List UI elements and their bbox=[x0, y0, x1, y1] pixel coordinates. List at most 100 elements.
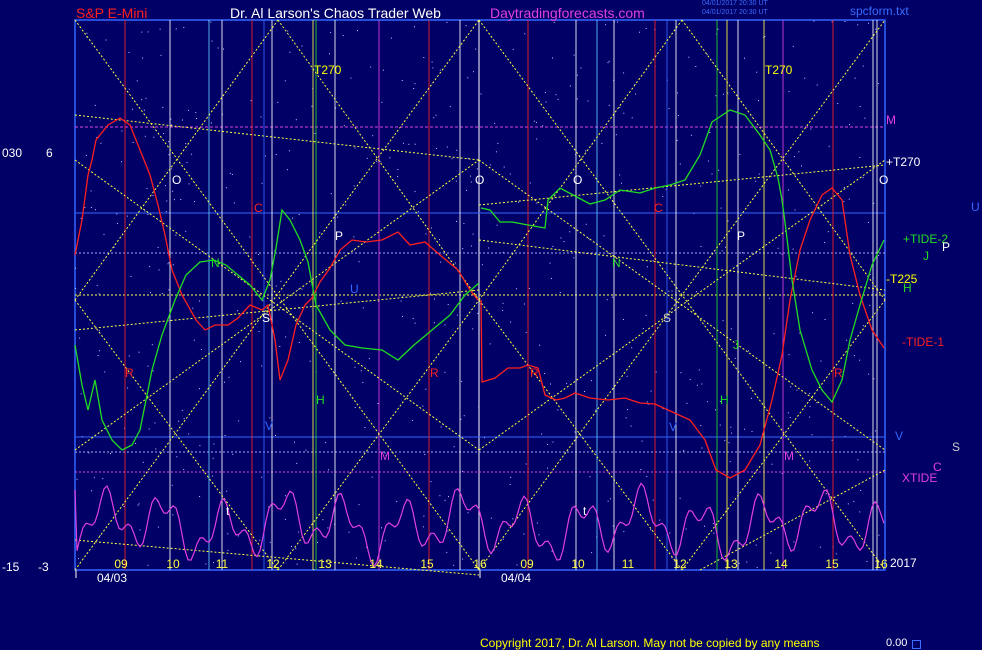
grid-dot bbox=[869, 304, 871, 306]
grid-dot bbox=[641, 440, 643, 442]
grid-dot bbox=[541, 433, 543, 435]
grid-dot bbox=[171, 168, 173, 170]
grid-dot bbox=[866, 561, 868, 562]
grid-dot bbox=[555, 94, 557, 96]
grid-dot bbox=[95, 209, 96, 211]
grid-dot bbox=[139, 529, 141, 531]
cycle-diagonal bbox=[478, 239, 886, 291]
hour-tick-label: 13 bbox=[318, 557, 332, 571]
grid-dot bbox=[172, 264, 174, 266]
grid-dot bbox=[434, 298, 435, 300]
grid-dot bbox=[756, 567, 758, 569]
hour-tick-label: 12 bbox=[673, 557, 687, 571]
right-label: J bbox=[923, 249, 929, 263]
plot-letter: O bbox=[172, 173, 181, 187]
grid-dot bbox=[755, 180, 757, 182]
grid-dot bbox=[722, 93, 724, 95]
grid-dot bbox=[231, 174, 233, 175]
grid-dot bbox=[275, 435, 276, 436]
right-label: V bbox=[895, 429, 903, 443]
grid-dot bbox=[187, 109, 189, 111]
grid-dot bbox=[864, 117, 866, 119]
grid-dot bbox=[854, 77, 856, 79]
grid-dot bbox=[151, 344, 153, 346]
grid-dot bbox=[478, 149, 480, 151]
plot-letter: C bbox=[654, 201, 663, 215]
hour-tick-label: 14 bbox=[774, 557, 788, 571]
grid-dot bbox=[229, 172, 231, 174]
grid-dot bbox=[494, 122, 496, 124]
grid-dot bbox=[878, 534, 880, 536]
grid-dot bbox=[662, 196, 664, 197]
grid-dot bbox=[713, 532, 715, 534]
grid-dot bbox=[163, 133, 165, 134]
grid-dot bbox=[585, 150, 586, 152]
grid-dot bbox=[414, 26, 415, 28]
grid-dot bbox=[608, 104, 610, 106]
grid-dot bbox=[130, 276, 132, 277]
grid-dot bbox=[859, 359, 861, 361]
grid-dot bbox=[205, 563, 207, 565]
grid-dot bbox=[138, 351, 140, 353]
right-label: M bbox=[886, 113, 896, 127]
grid-dot bbox=[168, 141, 170, 143]
grid-dot bbox=[729, 461, 731, 463]
grid-dot bbox=[355, 557, 357, 559]
grid-dot bbox=[353, 236, 355, 238]
grid-dot bbox=[798, 151, 800, 153]
grid-dot bbox=[707, 160, 709, 162]
grid-dot bbox=[149, 266, 151, 268]
grid-dot bbox=[731, 432, 733, 434]
grid-dot bbox=[623, 72, 625, 74]
plot-letter: T270 bbox=[765, 63, 793, 77]
grid-dot bbox=[608, 60, 610, 62]
grid-dot bbox=[744, 57, 745, 59]
grid-dot bbox=[446, 22, 448, 23]
grid-dot bbox=[168, 154, 170, 156]
y-label-top-b: 6 bbox=[46, 146, 53, 160]
grid-dot bbox=[552, 57, 553, 59]
grid-dot bbox=[372, 135, 374, 137]
grid-dot bbox=[594, 409, 596, 411]
grid-dot bbox=[390, 37, 392, 39]
grid-dot bbox=[296, 462, 298, 464]
grid-dot bbox=[167, 263, 169, 265]
grid-dot bbox=[849, 124, 851, 125]
plot-letter: P bbox=[737, 229, 745, 243]
grid-dot bbox=[425, 233, 427, 235]
grid-dot bbox=[573, 54, 575, 56]
plot-letter: U bbox=[350, 282, 359, 296]
grid-dot bbox=[126, 215, 128, 217]
hour-tick-label: 14 bbox=[369, 557, 383, 571]
cycle-diagonal bbox=[74, 19, 279, 301]
grid-dot bbox=[233, 202, 235, 204]
grid-dot bbox=[152, 194, 154, 196]
grid-dot bbox=[679, 163, 681, 165]
grid-dot bbox=[132, 108, 134, 110]
grid-dot bbox=[860, 490, 862, 491]
grid-dot bbox=[423, 515, 425, 517]
grid-dot bbox=[825, 493, 827, 495]
grid-dot bbox=[451, 158, 453, 160]
grid-dot bbox=[467, 157, 469, 159]
grid-dot bbox=[456, 314, 458, 316]
grid-dot bbox=[463, 223, 465, 225]
grid-dot bbox=[449, 106, 451, 108]
grid-dot bbox=[612, 296, 614, 298]
grid-dot bbox=[497, 142, 499, 144]
grid-dot bbox=[433, 322, 435, 324]
plot-letter: S bbox=[663, 311, 671, 325]
grid-dot bbox=[768, 297, 770, 299]
grid-dot bbox=[382, 69, 384, 71]
site-link[interactable]: Daytradingforecasts.com bbox=[490, 5, 645, 21]
plot-letter: O bbox=[573, 173, 582, 187]
grid-dot bbox=[584, 391, 585, 392]
grid-dot bbox=[566, 383, 568, 385]
symbol-title: S&P E-Mini bbox=[76, 5, 148, 21]
grid-dot bbox=[557, 409, 559, 411]
grid-dot bbox=[328, 469, 329, 471]
grid-dot bbox=[746, 561, 748, 563]
grid-dot bbox=[275, 154, 277, 155]
grid-dot bbox=[455, 262, 457, 264]
grid-dot bbox=[496, 224, 498, 226]
